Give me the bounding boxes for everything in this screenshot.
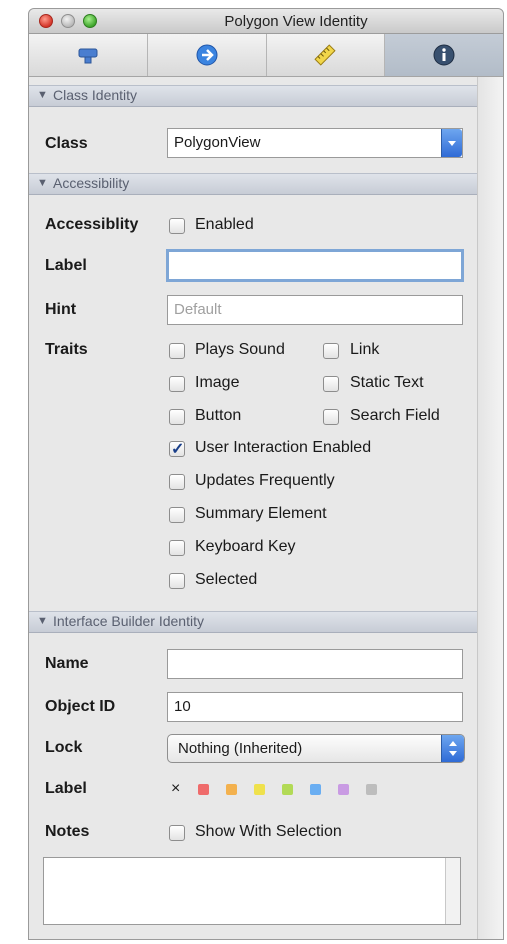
label-color-blue[interactable] — [310, 784, 321, 795]
notes-label: Notes — [45, 823, 90, 840]
search-field-checkbox[interactable] — [323, 409, 339, 425]
inspector-tabs — [29, 34, 503, 77]
identity-icon — [433, 44, 455, 66]
popup-arrows — [441, 735, 464, 762]
hint-placeholder: Default — [174, 301, 222, 318]
keyboard-key-checkbox[interactable] — [169, 540, 185, 556]
title-bar[interactable]: Polygon View Identity — [29, 9, 503, 34]
link-checkbox[interactable] — [323, 343, 339, 359]
label-label: Label — [45, 257, 87, 274]
ruler-icon — [314, 44, 336, 66]
vertical-scrollbar[interactable] — [477, 77, 503, 939]
label-color-purple[interactable] — [338, 784, 349, 795]
hint-label: Hint — [45, 301, 77, 318]
label-color-yellow[interactable] — [254, 784, 265, 795]
class-value: PolygonView — [174, 134, 261, 151]
object-id-field[interactable]: 10 — [167, 692, 463, 722]
user-interaction-checkbox[interactable]: ✓ — [169, 441, 185, 458]
up-down-arrows-icon — [449, 741, 457, 756]
lock-value: Nothing (Inherited) — [178, 740, 303, 757]
class-combo-box[interactable]: PolygonView — [167, 128, 463, 158]
updates-frequently-label: Updates Frequently — [195, 472, 335, 489]
color-label-label: Label — [45, 780, 87, 797]
notes-text-area[interactable] — [43, 857, 461, 925]
show-with-selection-checkbox[interactable] — [169, 825, 185, 841]
link-label: Link — [350, 341, 380, 358]
traits-label: Traits — [45, 341, 88, 358]
disclosure-triangle-icon[interactable]: ▼ — [37, 89, 48, 101]
search-field-label: Search Field — [350, 407, 440, 424]
updates-frequently-checkbox[interactable] — [169, 474, 185, 490]
summary-element-label: Summary Element — [195, 505, 327, 522]
label-color-red[interactable] — [198, 784, 209, 795]
static-text-label: Static Text — [350, 374, 424, 391]
show-with-selection-label: Show With Selection — [195, 823, 342, 840]
combo-dropdown-button[interactable] — [441, 129, 462, 157]
close-button[interactable] — [39, 14, 53, 28]
disclosure-triangle-icon[interactable]: ▼ — [37, 177, 48, 189]
class-label: Class — [45, 135, 88, 152]
section-header-ib-identity[interactable]: ▼ Interface Builder Identity — [29, 611, 477, 633]
selected-checkbox[interactable] — [169, 573, 185, 589]
chevron-down-icon — [448, 141, 456, 146]
user-interaction-label: User Interaction Enabled — [195, 439, 372, 456]
lock-label: Lock — [45, 739, 83, 756]
label-color-gray[interactable] — [366, 784, 377, 795]
static-text-checkbox[interactable] — [323, 376, 339, 392]
inspector-window: Polygon View Identity ▼ Class Identity C… — [28, 8, 504, 940]
tab-connections[interactable] — [148, 34, 267, 76]
connections-icon — [196, 44, 218, 66]
summary-element-checkbox[interactable] — [169, 507, 185, 523]
button-checkbox[interactable] — [169, 409, 185, 425]
label-color-orange[interactable] — [226, 784, 237, 795]
minimize-button[interactable] — [61, 14, 75, 28]
name-label: Name — [45, 655, 89, 672]
enabled-label: Enabled — [195, 216, 254, 233]
plays-sound-label: Plays Sound — [195, 341, 285, 358]
section-header-class-identity[interactable]: ▼ Class Identity — [29, 85, 477, 107]
tab-attributes[interactable] — [29, 34, 148, 76]
notes-scrollbar[interactable] — [445, 858, 460, 924]
accessibility-label: Accessiblity — [45, 216, 139, 233]
inspector-content: ▼ Class Identity Class PolygonView ▼ Acc… — [29, 77, 477, 939]
name-field[interactable] — [167, 649, 463, 679]
tab-identity[interactable] — [385, 34, 503, 76]
attributes-icon — [78, 48, 98, 64]
object-id-label: Object ID — [45, 698, 116, 715]
hint-field[interactable]: Default — [167, 295, 463, 325]
image-label: Image — [195, 374, 240, 391]
image-checkbox[interactable] — [169, 376, 185, 392]
plays-sound-checkbox[interactable] — [169, 343, 185, 359]
button-label: Button — [195, 407, 242, 424]
selected-label: Selected — [195, 571, 258, 588]
window-title: Polygon View Identity — [224, 13, 368, 30]
label-color-green[interactable] — [282, 784, 293, 795]
keyboard-key-label: Keyboard Key — [195, 538, 296, 555]
accessibility-enabled-checkbox[interactable] — [169, 218, 185, 234]
tab-size[interactable] — [267, 34, 386, 76]
lock-popup-button[interactable]: Nothing (Inherited) — [167, 734, 465, 763]
zoom-button[interactable] — [83, 14, 97, 28]
accessibility-label-field[interactable] — [166, 249, 464, 282]
disclosure-triangle-icon[interactable]: ▼ — [37, 615, 48, 627]
clear-label-icon[interactable]: × — [171, 780, 180, 798]
checkmark-icon: ✓ — [171, 441, 185, 458]
section-header-accessibility[interactable]: ▼ Accessibility — [29, 173, 477, 195]
